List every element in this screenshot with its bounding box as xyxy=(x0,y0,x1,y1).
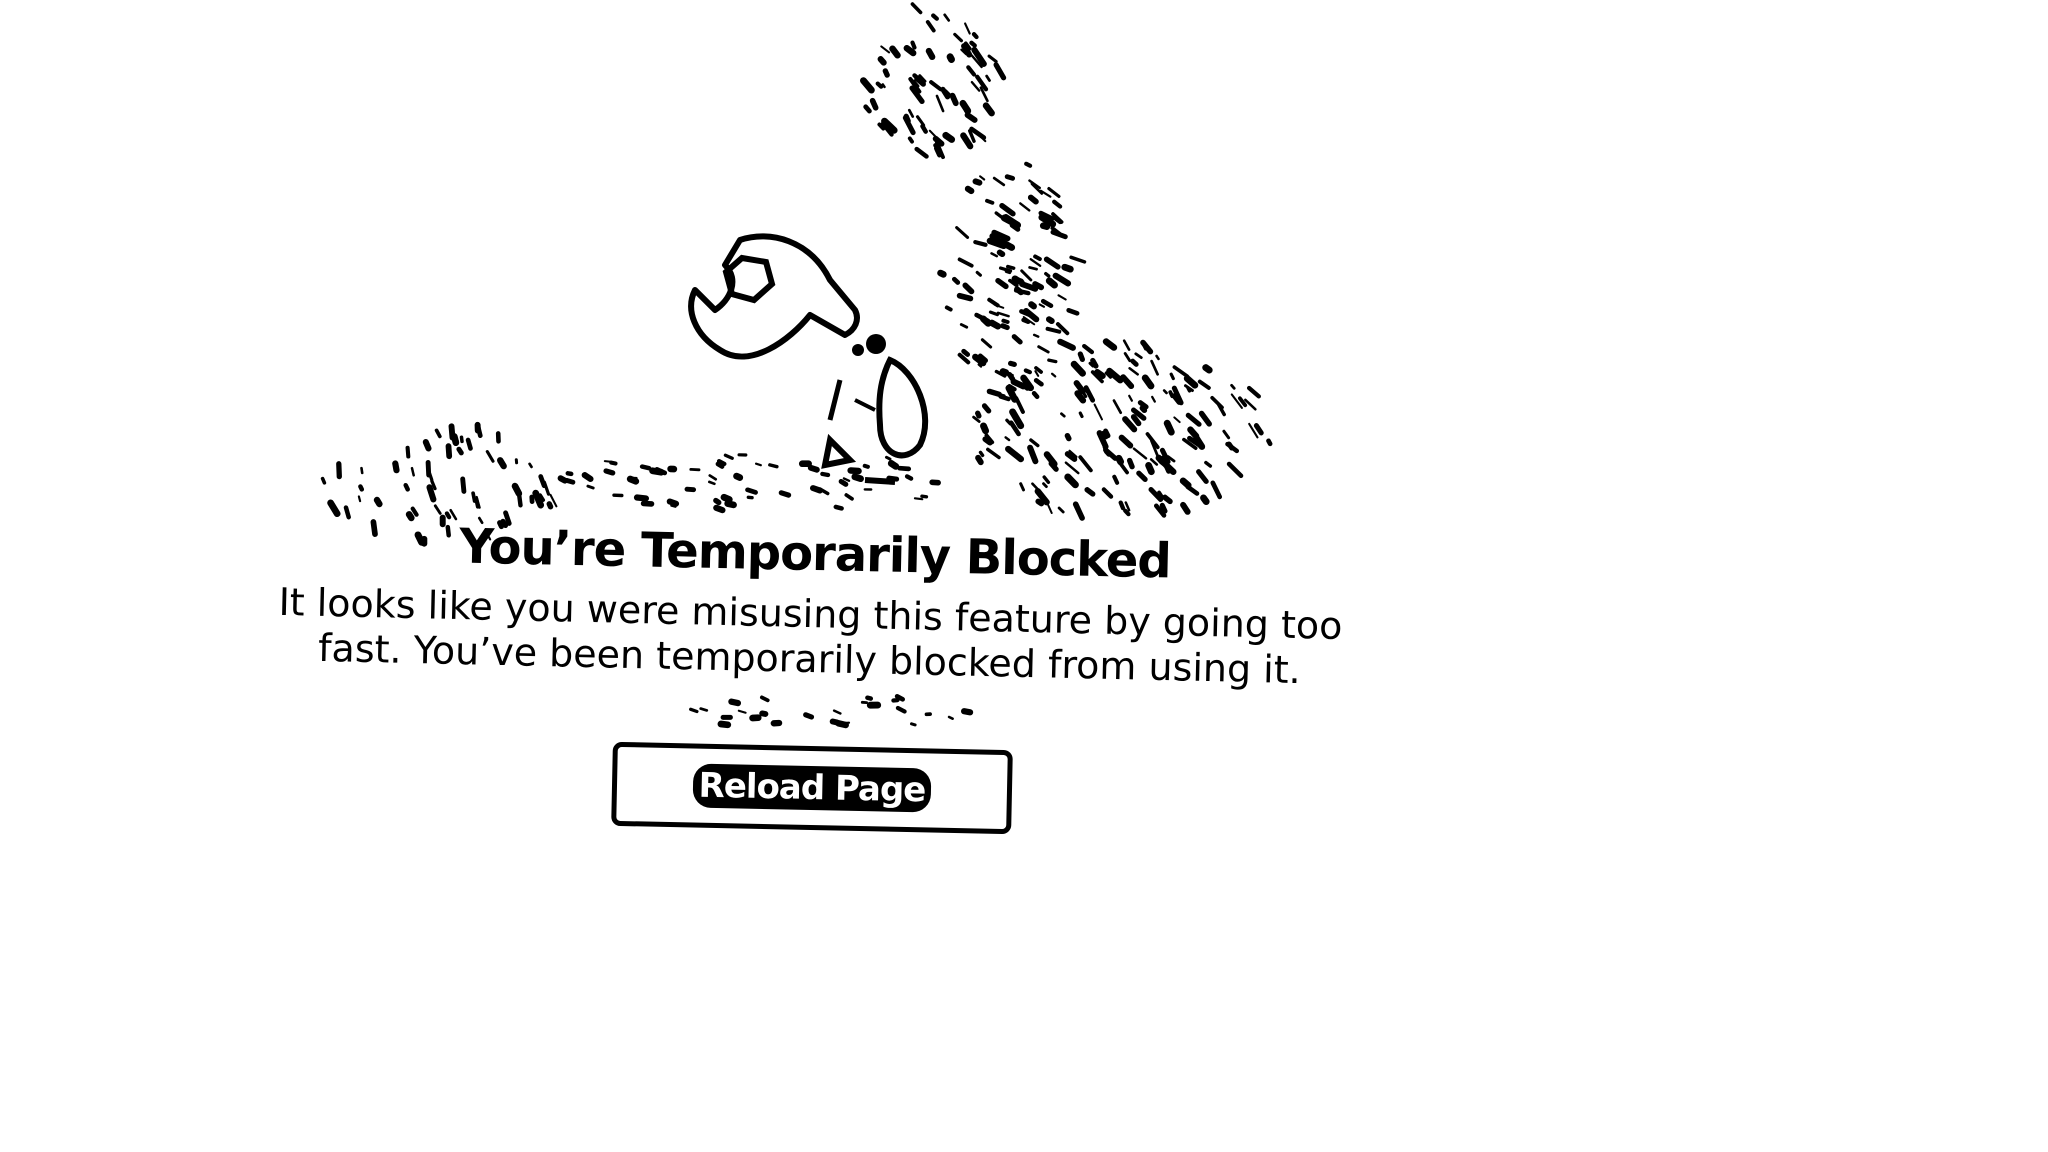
reload-page-button[interactable]: Reload Page xyxy=(611,741,1013,835)
reload-button-label: Reload Page xyxy=(692,763,932,813)
wrench-robot-icon xyxy=(688,233,929,485)
blocked-page: You’re Temporarily Blocked It looks like… xyxy=(0,0,2048,1152)
error-message: It looks like you were misusing this fea… xyxy=(278,579,1343,692)
page-title: You’re Temporarily Blocked xyxy=(458,518,1172,590)
